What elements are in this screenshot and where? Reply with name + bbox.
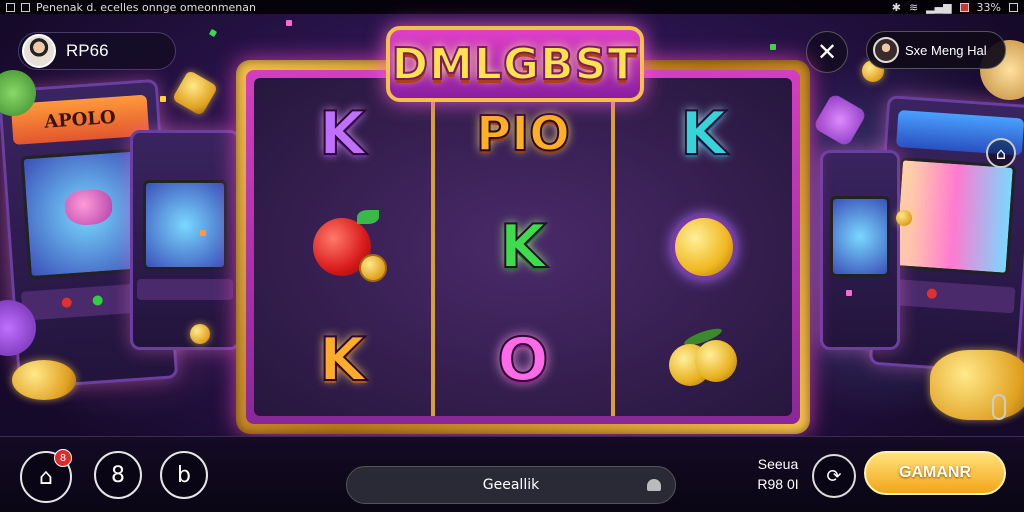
cherry-icon (313, 209, 388, 282)
symbol-k-orange: K (294, 320, 390, 400)
cloud-icon (647, 479, 661, 491)
battery-percent: 33% (976, 0, 1001, 14)
symbol-text: O (496, 324, 549, 395)
battery-icon (959, 2, 969, 12)
confetti-icon (208, 28, 218, 38)
cabinet-screen (143, 180, 227, 270)
symbol-text: K (499, 211, 547, 282)
home-side-button[interactable]: ⌂ (986, 138, 1016, 168)
coin-icon (12, 360, 76, 400)
reel-3: K (615, 78, 792, 416)
bet-info: Seeua R98 0I (748, 454, 808, 494)
confetti-icon (160, 96, 166, 102)
close-icon: ✕ (816, 38, 838, 66)
symbol-coin (656, 207, 752, 287)
home-icon: ⌂ (39, 464, 53, 490)
search-label: Geeallik (482, 477, 540, 493)
symbol-text: K (318, 324, 366, 395)
cabinet-screen (830, 195, 890, 278)
bonus-icon: b (177, 462, 191, 488)
arcade-cabinet-right-2 (820, 150, 900, 350)
game-title: DMLGBST (391, 38, 639, 91)
bet-value: R98 0I (757, 476, 799, 492)
slot-frame: K K PIO K O K (236, 60, 810, 434)
symbol-text: K (318, 99, 366, 170)
symbol-fruit (294, 207, 390, 287)
coin-icon (190, 324, 210, 344)
bluetooth-icon: ✱ (891, 0, 901, 14)
symbol-pio: PIO (453, 94, 593, 174)
symbol-k-green: K (475, 207, 571, 287)
wifi-icon: ≋ (908, 0, 919, 14)
signal-icon: ▂▄▆ (926, 0, 952, 14)
confetti-icon (846, 290, 852, 296)
reels-container: K K PIO K O K (254, 78, 792, 416)
home-button[interactable]: ⌂ 8 (20, 449, 72, 503)
cabinet-panel (881, 277, 1016, 314)
bet-label: Seeua (757, 456, 799, 472)
play-button[interactable]: GAMANR (864, 451, 1006, 495)
menu-label: Sxe Meng Hal (905, 42, 987, 58)
menu-button[interactable]: Sxe Meng Hal (866, 31, 1006, 69)
lock-icon: 8 (111, 462, 125, 488)
gold-coin-icon (671, 214, 736, 279)
symbol-o-pink: O (475, 320, 571, 400)
cabinet-panel (137, 278, 233, 300)
confetti-icon (770, 44, 776, 50)
status-bar: Penenak d. ecelles onnge omeonmenan ✱ ≋ … (0, 0, 1024, 14)
mascot-icon (63, 188, 114, 227)
symbol-text: K (679, 99, 727, 170)
slot-frame-inner: K K PIO K O K (246, 70, 800, 424)
player-name: RP66 (66, 41, 109, 60)
wallet-button[interactable]: 8 (94, 451, 142, 499)
user-avatar-icon (873, 37, 899, 63)
symbol-k-teal: K (656, 94, 752, 174)
bonus-button[interactable]: b (160, 451, 208, 499)
notification-badge: 8 (54, 449, 72, 467)
app-icon (21, 2, 30, 12)
autospin-icon: ⟳ (826, 465, 842, 487)
golden-fruit-icon (668, 325, 739, 388)
game-title-banner: DMLGBST (386, 26, 644, 102)
symbol-golden-fruit (656, 320, 752, 400)
symbol-text: PIO (475, 106, 571, 163)
coin-icon (896, 210, 912, 226)
reel-2: PIO K O (435, 78, 616, 416)
symbol-k-purple: K (294, 94, 390, 174)
home-icon: ⌂ (995, 143, 1007, 163)
battery-icon (1009, 2, 1018, 12)
close-button[interactable]: ✕ (806, 31, 848, 73)
coin-icon (930, 350, 1024, 420)
confetti-icon (286, 20, 292, 26)
player-profile[interactable]: RP66 (18, 32, 176, 70)
arcade-cabinet-left-2 (130, 130, 240, 350)
app-icon (6, 2, 15, 12)
autospin-button[interactable]: ⟳ (812, 454, 856, 498)
notification-text: Penenak d. ecelles onnge omeonmenan (36, 0, 256, 14)
search-bar[interactable]: Geeallik (346, 466, 676, 504)
reel-1: K K (254, 78, 435, 416)
confetti-icon (200, 230, 206, 236)
lock-toggle[interactable] (992, 394, 1006, 420)
play-button-label: GAMANR (899, 464, 971, 481)
user-avatar-icon (22, 34, 56, 68)
